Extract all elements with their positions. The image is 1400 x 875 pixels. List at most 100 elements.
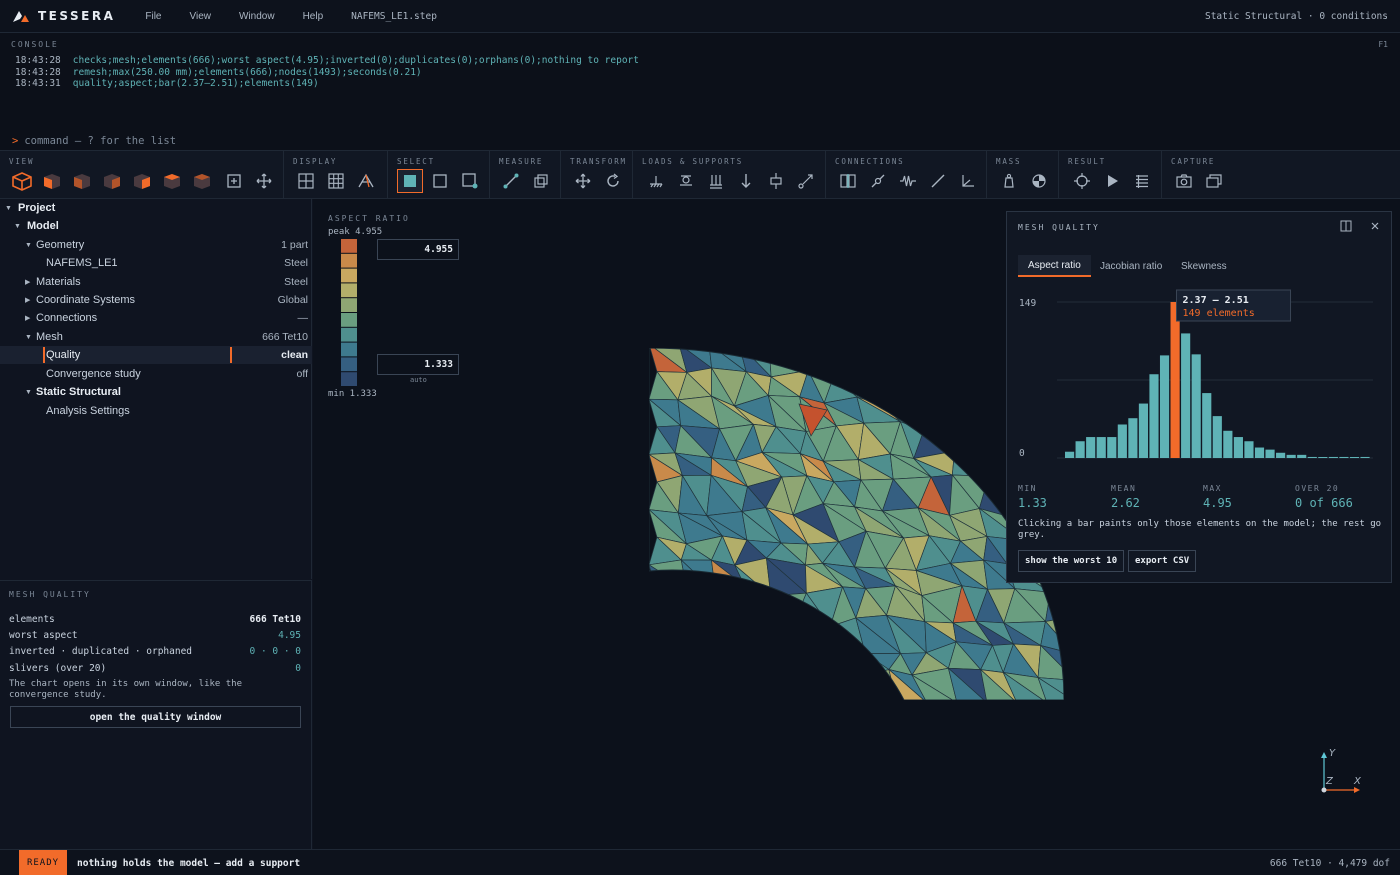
contact-button[interactable]: [836, 170, 860, 192]
tree-item-materials[interactable]: ▶ Materials Steel: [0, 273, 312, 291]
histogram-bar[interactable]: [1307, 456, 1317, 458]
histogram-bar[interactable]: [1339, 456, 1349, 458]
chevron-down-icon[interactable]: ▼: [14, 223, 22, 230]
mesh-model[interactable]: [649, 348, 1064, 700]
zoom-fit-button[interactable]: [222, 170, 246, 192]
histogram-bar[interactable]: [1297, 454, 1307, 458]
spring-button[interactable]: [896, 170, 920, 192]
view-bottom-button[interactable]: [190, 170, 214, 192]
histogram-bar[interactable]: [1286, 454, 1296, 458]
dock-icon[interactable]: [1340, 220, 1352, 232]
tree-item-geometry[interactable]: ▼ Geometry 1 part: [0, 236, 312, 254]
screenshot-button[interactable]: [1172, 170, 1196, 192]
tab-jacobian-ratio[interactable]: Jacobian ratio: [1090, 255, 1172, 277]
tree-item-coordinate-systems[interactable]: ▶ Coordinate Systems Global: [0, 291, 312, 309]
view-iso-button[interactable]: [10, 170, 34, 192]
chevron-right-icon[interactable]: ▶: [25, 296, 33, 304]
tree-item-mesh[interactable]: ▼ Mesh 666 Tet10: [0, 328, 312, 346]
tree-item-convergence[interactable]: Convergence study off: [0, 365, 312, 383]
force-button[interactable]: [734, 170, 758, 192]
point-mass-button[interactable]: [997, 170, 1021, 192]
histogram-bar[interactable]: [1328, 456, 1338, 458]
close-icon[interactable]: [1370, 221, 1380, 231]
select-body-button[interactable]: [397, 169, 423, 193]
legend-min-input[interactable]: 1.333: [377, 354, 459, 375]
show-worst-button[interactable]: show the worst 10: [1018, 550, 1125, 572]
histogram-bar[interactable]: [1107, 437, 1117, 458]
chevron-right-icon[interactable]: ▶: [25, 278, 33, 286]
coordinate-button[interactable]: [956, 170, 980, 192]
rotate-button[interactable]: [601, 170, 625, 192]
beam-button[interactable]: [926, 170, 950, 192]
histogram-bar[interactable]: [1223, 430, 1233, 458]
view-front-button[interactable]: [40, 170, 64, 192]
tree-item-project[interactable]: ▼ Project: [0, 199, 312, 217]
frictionless-support-button[interactable]: [674, 170, 698, 192]
histogram-bar[interactable]: [1244, 441, 1254, 458]
tab-aspect-ratio[interactable]: Aspect ratio: [1018, 255, 1091, 277]
histogram-bar[interactable]: [1191, 354, 1201, 458]
solve-button[interactable]: [1100, 170, 1124, 192]
histogram-bar[interactable]: [1202, 393, 1212, 458]
histogram-bar-highlighted[interactable]: [1170, 302, 1180, 458]
image-export-button[interactable]: [1202, 170, 1226, 192]
histogram-bar[interactable]: [1181, 333, 1191, 458]
menu-help[interactable]: Help: [289, 11, 338, 22]
move-button[interactable]: [571, 170, 595, 192]
display-wireframe-button[interactable]: [294, 170, 318, 192]
view-back-button[interactable]: [70, 170, 94, 192]
select-face-button[interactable]: [428, 170, 452, 192]
display-mesh-button[interactable]: [324, 170, 348, 192]
display-edges-button[interactable]: [354, 170, 378, 192]
measure-area-button[interactable]: [529, 170, 553, 192]
tree-item-model[interactable]: ▼ Model: [0, 217, 312, 235]
tab-skewness[interactable]: Skewness: [1171, 255, 1237, 277]
pressure-button[interactable]: [764, 170, 788, 192]
chevron-down-icon[interactable]: ▼: [25, 389, 33, 396]
tree-item-quality[interactable]: Quality clean: [0, 346, 312, 364]
chevron-right-icon[interactable]: ▶: [25, 314, 33, 322]
measure-distance-button[interactable]: [499, 170, 523, 192]
histogram-bar[interactable]: [1086, 437, 1096, 458]
command-input[interactable]: > command — ? for the list: [12, 135, 176, 147]
histogram-bar[interactable]: [1212, 416, 1222, 458]
histogram-bar[interactable]: [1065, 451, 1075, 458]
tree-item-analysis-settings[interactable]: Analysis Settings: [0, 402, 312, 420]
histogram-bar[interactable]: [1233, 437, 1243, 458]
histogram-bar[interactable]: [1117, 424, 1127, 458]
histogram-bar[interactable]: [1075, 441, 1085, 458]
menu-view[interactable]: View: [175, 11, 225, 22]
view-right-button[interactable]: [130, 170, 154, 192]
histogram-bar[interactable]: [1138, 403, 1149, 458]
probe-button[interactable]: [1070, 170, 1094, 192]
quality-window[interactable]: MESH QUALITY Aspect ratio Jacobian ratio…: [1006, 211, 1392, 583]
histogram-bar[interactable]: [1276, 452, 1286, 458]
export-csv-button[interactable]: export CSV: [1128, 550, 1197, 572]
joint-button[interactable]: [866, 170, 890, 192]
histogram-bar[interactable]: [1159, 355, 1170, 458]
histogram-bar[interactable]: [1254, 447, 1265, 458]
histogram-bar[interactable]: [1318, 457, 1328, 458]
view-top-button[interactable]: [160, 170, 184, 192]
menu-window[interactable]: Window: [225, 11, 289, 22]
remote-load-button[interactable]: [794, 170, 818, 192]
report-button[interactable]: [1130, 170, 1154, 192]
histogram-bar[interactable]: [1128, 418, 1138, 458]
analysis-status[interactable]: Static Structural · 0 conditions: [1205, 11, 1388, 22]
histogram-bar[interactable]: [1265, 449, 1275, 458]
chevron-down-icon[interactable]: ▼: [25, 334, 33, 341]
pan-button[interactable]: [252, 170, 276, 192]
menu-file[interactable]: File: [131, 11, 175, 22]
histogram-bar[interactable]: [1149, 374, 1159, 458]
open-quality-window-button[interactable]: open the quality window: [10, 706, 301, 728]
aspect-histogram[interactable]: 149 0 1 4.95 2.37 – 2.51 149 elements: [1007, 287, 1393, 467]
tree-item-static-structural[interactable]: ▼ Static Structural: [0, 383, 312, 401]
view-left-button[interactable]: [100, 170, 124, 192]
histogram-bar[interactable]: [1360, 456, 1370, 458]
fixed-support-button[interactable]: [644, 170, 668, 192]
chevron-down-icon[interactable]: ▼: [25, 242, 33, 249]
tree-item-part[interactable]: NAFEMS_LE1 Steel: [0, 254, 312, 272]
tree-item-connections[interactable]: ▶ Connections —: [0, 309, 312, 327]
legend-max-input[interactable]: 4.955: [377, 239, 459, 260]
inertia-button[interactable]: [1027, 170, 1051, 192]
